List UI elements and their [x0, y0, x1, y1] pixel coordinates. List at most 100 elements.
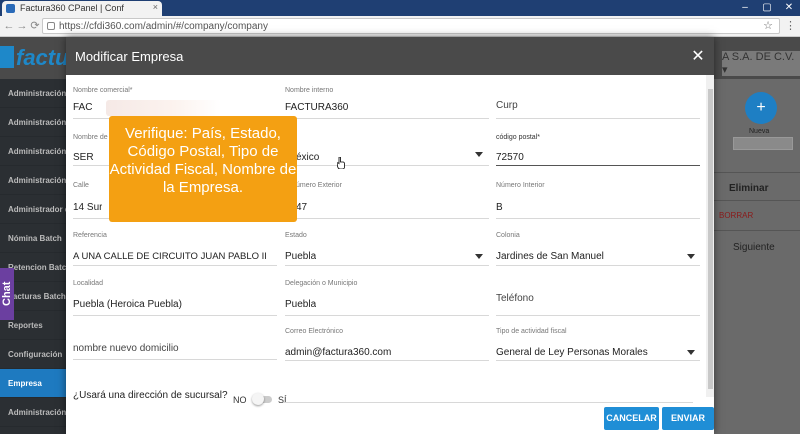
field-value: admin@factura360.com — [285, 347, 392, 358]
instruction-callout: Verifique: País, Estado, Código Postal, … — [109, 116, 297, 222]
chevron-down-icon — [687, 350, 695, 355]
field-label: Referencia — [73, 232, 107, 239]
close-icon[interactable]: ✕ — [690, 46, 706, 66]
field-label: Correo Electrónico — [285, 328, 343, 335]
codigo-postal-field[interactable]: código postal* 72570 — [496, 134, 700, 174]
bookmark-star-icon[interactable]: ☆ — [763, 19, 773, 32]
field-value: 47 — [296, 202, 308, 213]
maximize-icon[interactable]: ▢ — [756, 0, 778, 16]
field-underline — [283, 402, 693, 403]
curp-field[interactable]: Curp — [496, 87, 700, 127]
chevron-down-icon — [475, 152, 483, 157]
sidebar-item[interactable]: Administración R — [0, 137, 66, 166]
correo-field[interactable]: Correo Electrónico admin@factura360.com — [285, 328, 489, 368]
telefono-field[interactable]: Teléfono — [496, 280, 700, 320]
new-company-button[interactable]: + — [745, 92, 777, 124]
browser-toolbar: ← → ⟳ https://cfdi360.com/admin/#/compan… — [0, 16, 800, 37]
toggle-no-label: NO — [233, 395, 247, 405]
address-bar[interactable]: https://cfdi360.com/admin/#/company/comp… — [42, 18, 780, 34]
field-underline — [73, 359, 277, 360]
field-label: Delegación o Municipio — [285, 280, 358, 287]
field-underline — [496, 360, 700, 361]
tab-close-icon[interactable]: × — [153, 2, 158, 12]
sucursal-question: ¿Usará una dirección de sucursal? — [73, 390, 228, 401]
field-value: 72570 — [496, 152, 524, 163]
chevron-down-icon — [475, 254, 483, 259]
favicon-icon — [6, 4, 15, 13]
estado-select[interactable]: Estado Puebla — [285, 232, 489, 272]
field-underline — [285, 315, 489, 316]
cancel-button[interactable]: CANCELAR — [604, 407, 659, 430]
field-label: Colonia — [496, 232, 520, 239]
field-value: SER — [73, 152, 94, 163]
modal-header: Modificar Empresa ✕ — [66, 37, 714, 75]
submit-button[interactable]: ENVIAR — [662, 407, 714, 430]
field-label: úmero Exterior — [296, 182, 342, 189]
field-value: FAC — [73, 102, 93, 113]
numero-exterior-field[interactable]: úmero Exterior 47 — [296, 182, 489, 222]
field-value: Jardines de San Manuel — [496, 251, 604, 262]
window-close-icon[interactable]: ✕ — [778, 0, 800, 16]
redacted-blur — [106, 100, 221, 116]
forward-icon[interactable]: → — [15, 19, 29, 33]
field-underline — [496, 118, 700, 119]
curp-placeholder: Curp — [496, 100, 518, 111]
field-underline — [296, 218, 489, 219]
field-value: FACTURA360 — [285, 102, 349, 113]
sidebar-item-empresa[interactable]: Empresa — [0, 369, 66, 398]
field-label: código postal* — [496, 134, 540, 141]
pais-select[interactable]: éxico — [296, 134, 489, 174]
field-label: Localidad — [73, 280, 103, 287]
field-label: Nombre comercial* — [73, 87, 133, 94]
chevron-down-icon — [687, 254, 695, 259]
back-icon[interactable]: ← — [2, 19, 16, 33]
field-label: Estado — [285, 232, 307, 239]
sidebar-item[interactable]: Administración de — [0, 398, 66, 427]
sidebar-item[interactable]: Nómina Batch — [0, 224, 66, 253]
url-text: https://cfdi360.com/admin/#/company/comp… — [59, 21, 268, 32]
field-underline — [285, 265, 489, 266]
field-value: B — [496, 202, 503, 213]
scroll-thumb[interactable] — [708, 89, 713, 389]
field-value: éxico — [296, 152, 320, 163]
sidebar-item[interactable]: Administración F — [0, 79, 66, 108]
nombre-domicilio-field[interactable]: nombre nuevo domicilio — [73, 328, 277, 368]
sucursal-toggle-knob[interactable] — [252, 393, 264, 405]
divider — [714, 230, 800, 231]
nombre-interno-field[interactable]: Nombre interno FACTURA360 — [285, 87, 489, 127]
telefono-placeholder: Teléfono — [496, 293, 534, 304]
sidebar-item[interactable]: Configuración — [0, 340, 66, 369]
field-label: Nombre de — [73, 134, 108, 141]
field-value: A UNA CALLE DE CIRCUITO JUAN PABLO II — [73, 251, 267, 262]
referencia-field[interactable]: Referencia A UNA CALLE DE CIRCUITO JUAN … — [73, 232, 277, 272]
browser-tab[interactable]: Factura360 CPanel | Conf × — [2, 1, 162, 16]
browser-menu-icon[interactable]: ⋮ — [785, 19, 796, 32]
borrar-button[interactable]: BORRAR — [719, 211, 753, 220]
company-selector[interactable]: A S.A. DE C.V. ▾ — [722, 51, 800, 76]
toggle-si-label: SÍ — [278, 395, 287, 405]
hand-cursor-icon — [337, 157, 345, 169]
field-label: Nombre interno — [285, 87, 334, 94]
sidebar-item[interactable]: Administración N — [0, 108, 66, 137]
field-label: Calle — [73, 182, 89, 189]
numero-interior-field[interactable]: Número Interior B — [496, 182, 700, 222]
colonia-select[interactable]: Colonia Jardines de San Manuel — [496, 232, 700, 272]
background-search-field[interactable] — [733, 137, 793, 150]
actividad-fiscal-select[interactable]: Tipo de actividad fiscal General de Ley … — [496, 328, 700, 368]
sidebar-item[interactable]: Administración de — [0, 166, 66, 195]
field-value: General de Ley Personas Morales — [496, 347, 648, 358]
lock-icon — [47, 22, 55, 30]
field-underline — [496, 265, 700, 266]
reload-icon[interactable]: ⟳ — [28, 19, 42, 33]
field-underline — [496, 218, 700, 219]
siguiente-button[interactable]: Siguiente — [733, 242, 775, 253]
sidebar-item[interactable]: Administrador de — [0, 195, 66, 224]
localidad-field[interactable]: Localidad Puebla (Heroica Puebla) — [73, 280, 277, 320]
field-underline — [285, 360, 489, 361]
eliminar-header: Eliminar — [729, 183, 769, 194]
chat-tab[interactable]: Chat — [0, 268, 14, 320]
minimize-icon[interactable]: – — [734, 0, 756, 16]
field-underline — [496, 165, 700, 166]
municipio-field[interactable]: Delegación o Municipio Puebla — [285, 280, 489, 320]
chevron-down-icon: ▾ — [722, 64, 728, 76]
